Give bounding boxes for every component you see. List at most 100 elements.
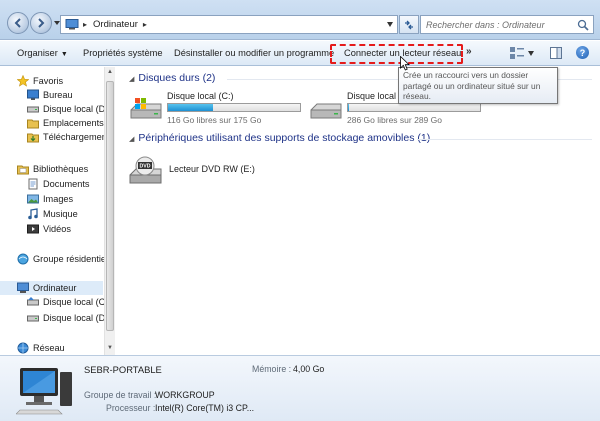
star-icon	[17, 75, 29, 87]
more-commands-button[interactable]: »	[466, 46, 472, 57]
collapse-icon[interactable]: ◢	[129, 76, 134, 83]
sidebar-item-label: Bibliothèques	[33, 164, 89, 174]
help-button[interactable]: ?	[576, 46, 589, 59]
pictures-icon	[27, 194, 39, 204]
forward-button[interactable]	[30, 12, 52, 34]
highlight-annotation	[330, 44, 463, 64]
workgroup-value: WORKGROUP	[155, 390, 215, 400]
workgroup-label: Groupe de travail :	[84, 390, 157, 400]
refresh-icon	[405, 20, 413, 29]
drive-free-space: 286 Go libres sur 289 Go	[347, 115, 442, 125]
sidebar-item-label: Musique	[43, 209, 78, 219]
search-input[interactable]	[426, 19, 576, 30]
system-drive-icon	[130, 98, 162, 119]
breadcrumb-separator[interactable]: ▸	[143, 20, 147, 29]
group-title: Disques durs (2)	[138, 72, 216, 84]
refresh-button[interactable]	[399, 15, 419, 34]
drive-free-space: 116 Go libres sur 175 Go	[167, 115, 262, 125]
libraries-icon	[17, 165, 29, 175]
search-icon[interactable]	[577, 19, 589, 31]
sidebar-item-recent-places[interactable]: Emplacements ré	[0, 116, 115, 130]
sidebar-item-documents[interactable]: Documents	[0, 177, 103, 191]
chevron-down-icon[interactable]	[387, 22, 393, 27]
sidebar-item-label: Groupe résidentiel	[33, 254, 109, 264]
sidebar-item-homegroup[interactable]: Groupe résidentiel	[0, 252, 108, 266]
breadcrumb-computer[interactable]: Ordinateur	[93, 19, 138, 30]
mouse-cursor-icon	[400, 56, 410, 71]
drive-name: Disque local (C:)	[167, 91, 234, 101]
scrollbar-thumb[interactable]	[106, 81, 114, 331]
music-icon	[28, 208, 38, 220]
scroll-down-icon[interactable]: ▼	[107, 345, 113, 351]
scroll-up-icon[interactable]: ▲	[107, 69, 113, 75]
address-bar-area: ▸ Ordinateur ▸	[0, 0, 600, 40]
tooltip: Crée un raccourci vers un dossier partag…	[398, 67, 558, 104]
back-button[interactable]	[7, 12, 29, 34]
computer-name: SEBR-PORTABLE	[84, 364, 162, 375]
system-properties-button[interactable]: Propriétés système	[83, 48, 163, 58]
view-options-dropdown-icon[interactable]	[528, 51, 534, 56]
details-pane: SEBR-PORTABLE Mémoire : 4,00 Go Groupe d…	[0, 355, 600, 421]
hard-drives-group-header[interactable]: ◢ Disques durs (2)	[129, 72, 215, 84]
removable-storage-group-header[interactable]: ◢ Périphériques utilisant des supports de…	[129, 132, 430, 144]
drive-name: Lecteur DVD RW (E:)	[169, 164, 255, 174]
drive-icon	[27, 106, 39, 113]
sidebar-item-music[interactable]: Musique	[0, 207, 103, 221]
breadcrumb-separator[interactable]: ▸	[83, 20, 87, 29]
sidebar-item-videos[interactable]: Vidéos	[0, 222, 103, 236]
navigation-scrollbar[interactable]: ▲ ▼	[104, 67, 115, 355]
drive-usage-fill	[168, 104, 213, 111]
command-bar: Organiser ▼ Propriétés système Désinstall…	[0, 41, 600, 66]
sidebar-item-label: Vidéos	[43, 224, 71, 234]
downloads-icon	[27, 133, 39, 143]
file-list: ◢ Disques durs (2) Disque local (C:) 116 …	[117, 67, 600, 355]
sidebar-item-label: Disque local (D)	[43, 104, 109, 114]
search-box[interactable]	[420, 15, 594, 34]
change-view-icon[interactable]	[510, 47, 524, 59]
sidebar-item-local-disk-c[interactable]: Disque local (C:)	[0, 295, 111, 309]
sidebar-item-label: Documents	[43, 179, 90, 189]
computer-icon	[17, 282, 29, 293]
sidebar-item-downloads[interactable]: Téléchargements	[0, 130, 114, 144]
arrow-left-icon	[14, 18, 21, 28]
organize-menu-button[interactable]: Organiser ▼	[17, 48, 68, 58]
sidebar-item-libraries[interactable]: Bibliothèques	[0, 162, 103, 176]
dvd-drive-icon: DVD	[129, 156, 162, 184]
drive-usage-fill	[348, 104, 350, 111]
recent-places-icon	[27, 119, 39, 129]
sidebar-item-computer[interactable]: Ordinateur	[0, 281, 103, 295]
drive-icon	[27, 297, 39, 306]
sidebar-item-favorites[interactable]: Favoris	[0, 74, 103, 88]
dvd-badge: DVD	[140, 164, 151, 170]
sidebar-item-local-disk-d[interactable]: Disque local (D)	[0, 102, 108, 116]
sidebar-item-pictures[interactable]: Images	[0, 192, 103, 206]
sidebar-item-network[interactable]: Réseau	[0, 341, 103, 355]
processor-value: Intel(R) Core(TM) i3 CP...	[155, 403, 255, 413]
sidebar-item-label: Images	[43, 194, 74, 204]
sidebar-item-label: Disque local (C:)	[43, 297, 111, 307]
sidebar-item-label: Réseau	[33, 343, 65, 353]
preview-pane-icon[interactable]	[550, 47, 562, 59]
drive-usage-bar	[167, 103, 301, 112]
sidebar-item-label: Bureau	[43, 90, 73, 100]
network-icon	[17, 342, 29, 354]
uninstall-program-button[interactable]: Désinstaller ou modifier un programme	[174, 48, 334, 58]
sidebar-item-desktop[interactable]: Bureau	[0, 88, 103, 102]
homegroup-icon	[17, 253, 29, 265]
sidebar-item-local-disk-d[interactable]: Disque local (D:)	[0, 311, 111, 325]
sidebar-item-label: Ordinateur	[33, 283, 77, 293]
collapse-icon[interactable]: ◢	[129, 136, 134, 143]
chevron-down-icon: ▼	[60, 51, 68, 58]
computer-icon	[16, 368, 72, 415]
desktop-icon	[27, 89, 39, 100]
videos-icon	[27, 224, 39, 234]
organize-label: Organiser	[17, 48, 58, 58]
drive-c-item[interactable]: Disque local (C:) 116 Go libres sur 175 …	[129, 91, 309, 127]
arrow-right-icon	[38, 18, 45, 28]
drive-usage-bar	[347, 103, 481, 112]
documents-icon	[28, 178, 38, 190]
drive-icon	[27, 315, 39, 322]
computer-icon	[65, 19, 79, 30]
group-title: Périphériques utilisant des supports de …	[138, 132, 431, 144]
address-field[interactable]: ▸ Ordinateur ▸	[60, 15, 398, 34]
